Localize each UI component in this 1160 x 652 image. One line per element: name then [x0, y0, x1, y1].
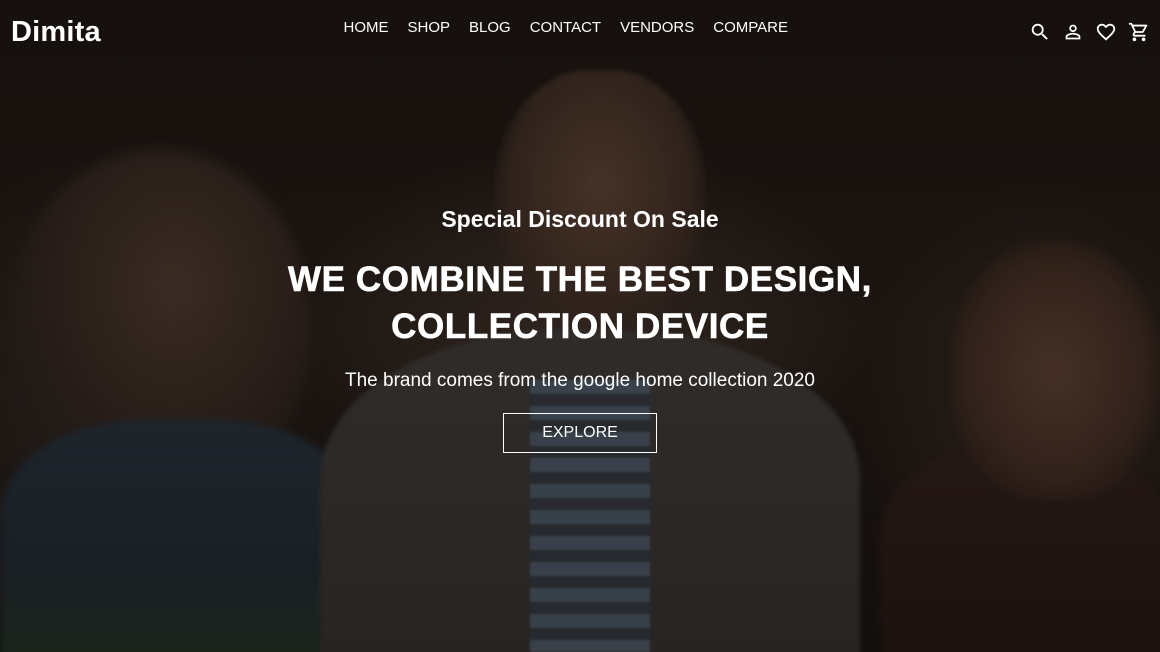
nav-blog[interactable]: BLOG: [460, 18, 521, 38]
site-header: Dimita HOME SHOP BLOG CONTACT VENDORS CO…: [0, 0, 1160, 64]
search-icon[interactable]: [1028, 20, 1051, 43]
hero-headline: WE COMBINE THE BEST DESIGN, COLLECTION D…: [180, 256, 980, 350]
nav-shop[interactable]: SHOP: [398, 18, 460, 38]
nav-vendors[interactable]: VENDORS: [611, 18, 704, 38]
hero-headline-line-2: COLLECTION DEVICE: [391, 307, 769, 347]
wishlist-heart-icon[interactable]: [1094, 20, 1117, 43]
main-nav: HOME SHOP BLOG CONTACT VENDORS COMPARE: [334, 18, 798, 38]
account-icon[interactable]: [1061, 20, 1084, 43]
hero-tagline: The brand comes from the google home col…: [345, 370, 815, 391]
nav-home[interactable]: HOME: [334, 18, 398, 38]
hero-headline-line-1: WE COMBINE THE BEST DESIGN,: [287, 260, 872, 300]
nav-contact[interactable]: CONTACT: [520, 18, 610, 38]
hero-subtitle: Special Discount On Sale: [441, 206, 719, 232]
nav-compare[interactable]: COMPARE: [704, 18, 798, 38]
header-icons: [1028, 20, 1150, 43]
hero-banner: Dimita HOME SHOP BLOG CONTACT VENDORS CO…: [0, 0, 1160, 652]
explore-button[interactable]: EXPLORE: [503, 413, 657, 453]
cart-icon[interactable]: [1127, 20, 1150, 43]
site-logo[interactable]: Dimita: [11, 15, 101, 49]
